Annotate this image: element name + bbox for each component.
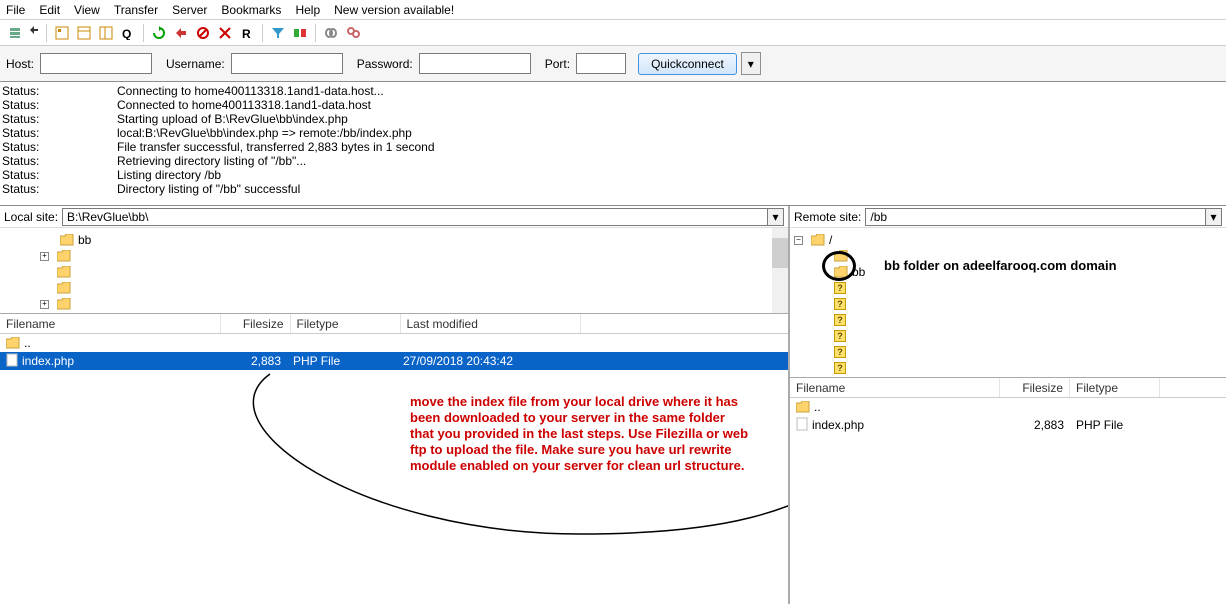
log-pane[interactable]: Status:Connecting to home400113318.1and1…	[0, 82, 1226, 206]
local-site-dropdown[interactable]: ▾	[768, 208, 784, 226]
file-row-up[interactable]: ..	[0, 334, 788, 352]
refresh-icon[interactable]	[150, 24, 168, 42]
annotation-text: bb folder on adeelfarooq.com domain	[884, 258, 1117, 273]
folder-icon	[60, 234, 74, 246]
expand-icon[interactable]: +	[40, 300, 49, 309]
sitemanager-icon[interactable]	[53, 24, 71, 42]
folder-icon	[57, 282, 71, 294]
remote-file-list[interactable]: .. index.php 2,883 PHP File	[790, 398, 1226, 604]
menu-server[interactable]: Server	[172, 3, 207, 17]
log-row: Status:Connected to home400113318.1and1-…	[0, 98, 1226, 112]
col-filetype[interactable]: Filetype	[291, 314, 401, 333]
menu-new-version[interactable]: New version available!	[334, 3, 454, 17]
remote-file-header: Filename Filesize Filetype	[790, 378, 1226, 398]
password-input[interactable]	[419, 53, 531, 74]
unknown-folder-icon: ?	[834, 362, 846, 374]
col-filename[interactable]: Filename	[790, 378, 1000, 397]
menu-bookmarks[interactable]: Bookmarks	[221, 3, 281, 17]
toggle-log-icon[interactable]	[75, 24, 93, 42]
cancel-icon[interactable]	[194, 24, 212, 42]
local-site-label: Local site:	[4, 210, 58, 224]
menu-view[interactable]: View	[74, 3, 100, 17]
svg-text:R: R	[242, 27, 251, 40]
log-row: Status:Connecting to home400113318.1and1…	[0, 84, 1226, 98]
folder-icon	[6, 337, 20, 349]
menu-edit[interactable]: Edit	[39, 3, 60, 17]
folder-icon	[57, 266, 71, 278]
annotation-text: move the index file from your local driv…	[410, 394, 750, 474]
unknown-folder-icon: ?	[834, 282, 846, 294]
annotation-circle	[822, 251, 856, 281]
scrollbar[interactable]	[772, 228, 788, 313]
process-queue-icon[interactable]	[172, 24, 190, 42]
svg-text:Q: Q	[122, 27, 131, 40]
reconnect-icon[interactable]: R	[238, 24, 256, 42]
local-pane: Local site: ▾ bb + + Filename Filesize F…	[0, 206, 790, 604]
remote-site-label: Remote site:	[794, 210, 861, 224]
unknown-folder-icon: ?	[834, 330, 846, 342]
log-row: Status:Directory listing of "/bb" succes…	[0, 182, 1226, 196]
port-label: Port:	[545, 57, 570, 71]
connection-bar: Host: Username: Password: Port: Quickcon…	[0, 46, 1226, 82]
search-icon[interactable]	[344, 24, 362, 42]
folder-icon	[57, 250, 71, 262]
menu-file[interactable]: File	[6, 3, 25, 17]
unknown-folder-icon: ?	[834, 298, 846, 310]
unknown-folder-icon: ?	[834, 346, 846, 358]
quickconnect-dropdown[interactable]: ▾	[741, 52, 761, 75]
quickconnect-button[interactable]: Quickconnect	[638, 53, 737, 75]
toggle-tree-icon[interactable]	[97, 24, 115, 42]
col-filesize[interactable]: Filesize	[221, 314, 291, 333]
log-row: Status:local:B:\RevGlue\bb\index.php => …	[0, 126, 1226, 140]
file-row[interactable]: index.php 2,883 PHP File 27/09/2018 20:4…	[0, 352, 788, 370]
col-modified[interactable]: Last modified	[401, 314, 581, 333]
log-row: Status:Listing directory /bb	[0, 168, 1226, 182]
file-icon	[796, 417, 808, 434]
remote-site-input[interactable]	[865, 208, 1206, 226]
log-row: Status:File transfer successful, transfe…	[0, 140, 1226, 154]
host-input[interactable]	[40, 53, 152, 74]
col-filesize[interactable]: Filesize	[1000, 378, 1070, 397]
sync-browse-icon[interactable]	[322, 24, 340, 42]
file-row[interactable]: index.php 2,883 PHP File	[790, 416, 1226, 434]
log-row: Status:Starting upload of B:\RevGlue\bb\…	[0, 112, 1226, 126]
folder-icon	[57, 298, 71, 310]
username-input[interactable]	[231, 53, 343, 74]
local-site-input[interactable]	[62, 208, 768, 226]
menu-help[interactable]: Help	[295, 3, 320, 17]
collapse-icon[interactable]: −	[794, 236, 803, 245]
col-filetype[interactable]: Filetype	[1070, 378, 1160, 397]
filter-icon[interactable]	[269, 24, 287, 42]
col-filename[interactable]: Filename	[0, 314, 221, 333]
disconnect-icon[interactable]	[216, 24, 234, 42]
server-icon[interactable]	[6, 24, 24, 42]
host-label: Host:	[6, 57, 34, 71]
file-row-up[interactable]: ..	[790, 398, 1226, 416]
folder-icon	[811, 234, 825, 246]
port-input[interactable]	[576, 53, 626, 74]
toggle-queue-icon[interactable]: Q	[119, 24, 137, 42]
local-file-list[interactable]: .. index.php 2,883 PHP File 27/09/2018 2…	[0, 334, 788, 604]
menu-transfer[interactable]: Transfer	[114, 3, 158, 17]
expand-icon[interactable]: +	[40, 252, 49, 261]
menubar: File Edit View Transfer Server Bookmarks…	[0, 0, 1226, 20]
file-icon	[6, 353, 18, 370]
unknown-folder-icon: ?	[834, 314, 846, 326]
remote-pane: Remote site: ▾ −/ bb ? ? ? ? ? ? bb fold…	[790, 206, 1226, 604]
remote-tree[interactable]: −/ bb ? ? ? ? ? ? bb folder on adeelfaro…	[790, 228, 1226, 378]
local-file-header: Filename Filesize Filetype Last modified	[0, 314, 788, 334]
local-tree[interactable]: bb + +	[0, 228, 788, 314]
tree-node-root[interactable]: /	[829, 233, 832, 247]
log-row: Status:Retrieving directory listing of "…	[0, 154, 1226, 168]
folder-icon	[796, 401, 810, 413]
remote-site-dropdown[interactable]: ▾	[1206, 208, 1222, 226]
toolbar: Q R	[0, 20, 1226, 46]
username-label: Username:	[166, 57, 225, 71]
password-label: Password:	[357, 57, 413, 71]
compare-icon[interactable]	[291, 24, 309, 42]
tree-node-bb[interactable]: bb	[78, 233, 91, 247]
